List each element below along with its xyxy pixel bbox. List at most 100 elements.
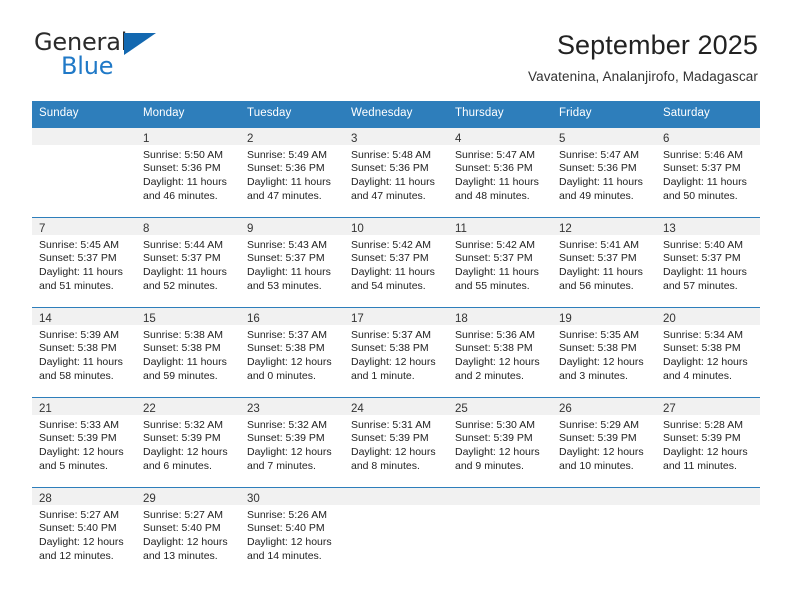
daylight-text-line1: Daylight: 11 hours bbox=[455, 266, 539, 279]
day-info: Sunrise: 5:45 AM Sunset: 5:37 PM Dayligh… bbox=[32, 235, 136, 293]
day-info: Sunrise: 5:42 AM Sunset: 5:37 PM Dayligh… bbox=[344, 235, 448, 293]
sunrise-text: Sunrise: 5:32 AM bbox=[247, 418, 327, 431]
day-number-band: 7 bbox=[32, 217, 136, 235]
sunrise-text: Sunrise: 5:44 AM bbox=[143, 238, 223, 251]
day-cell[interactable]: 14 Sunrise: 5:39 AM Sunset: 5:38 PM Dayl… bbox=[32, 307, 136, 397]
day-cell[interactable]: 29 Sunrise: 5:27 AM Sunset: 5:40 PM Dayl… bbox=[136, 487, 240, 577]
day-cell[interactable]: 16 Sunrise: 5:37 AM Sunset: 5:38 PM Dayl… bbox=[240, 307, 344, 397]
day-cell[interactable] bbox=[448, 487, 552, 577]
sunset-text: Sunset: 5:37 PM bbox=[559, 252, 637, 265]
day-number-band: 23 bbox=[240, 397, 344, 415]
day-cell[interactable]: 9 Sunrise: 5:43 AM Sunset: 5:37 PM Dayli… bbox=[240, 217, 344, 307]
day-cell[interactable]: 19 Sunrise: 5:35 AM Sunset: 5:38 PM Dayl… bbox=[552, 307, 656, 397]
daylight-text-line1: Daylight: 11 hours bbox=[143, 266, 227, 279]
day-info: Sunrise: 5:27 AM Sunset: 5:40 PM Dayligh… bbox=[32, 505, 136, 563]
day-info: Sunrise: 5:50 AM Sunset: 5:36 PM Dayligh… bbox=[136, 145, 240, 203]
day-number: 22 bbox=[143, 402, 156, 415]
day-cell[interactable]: 5 Sunrise: 5:47 AM Sunset: 5:36 PM Dayli… bbox=[552, 127, 656, 217]
day-cell[interactable]: 2 Sunrise: 5:49 AM Sunset: 5:36 PM Dayli… bbox=[240, 127, 344, 217]
title-block: September 2025 Vavatenina, Analanjirofo,… bbox=[528, 28, 758, 84]
day-cell[interactable]: 27 Sunrise: 5:28 AM Sunset: 5:39 PM Dayl… bbox=[656, 397, 760, 487]
day-cell[interactable] bbox=[344, 487, 448, 577]
day-cell[interactable] bbox=[552, 487, 656, 577]
day-number-band: 11 bbox=[448, 217, 552, 235]
sunrise-text: Sunrise: 5:31 AM bbox=[351, 418, 431, 431]
sunset-text: Sunset: 5:36 PM bbox=[455, 162, 533, 175]
day-number-band bbox=[344, 487, 448, 505]
weekday-header-wednesday: Wednesday bbox=[351, 107, 413, 120]
daylight-text-line1: Daylight: 12 hours bbox=[247, 446, 332, 459]
day-number-band: 15 bbox=[136, 307, 240, 325]
daylight-text-line1: Daylight: 12 hours bbox=[663, 356, 748, 369]
day-cell[interactable]: 20 Sunrise: 5:34 AM Sunset: 5:38 PM Dayl… bbox=[656, 307, 760, 397]
sunset-text: Sunset: 5:37 PM bbox=[663, 252, 741, 265]
daylight-text-line1: Daylight: 11 hours bbox=[39, 356, 123, 369]
day-number: 19 bbox=[559, 312, 572, 325]
day-info: Sunrise: 5:39 AM Sunset: 5:38 PM Dayligh… bbox=[32, 325, 136, 383]
week-row: 28 Sunrise: 5:27 AM Sunset: 5:40 PM Dayl… bbox=[32, 486, 760, 577]
day-info: Sunrise: 5:40 AM Sunset: 5:37 PM Dayligh… bbox=[656, 235, 760, 293]
daylight-text-line1: Daylight: 12 hours bbox=[247, 536, 332, 549]
day-cell[interactable]: 8 Sunrise: 5:44 AM Sunset: 5:37 PM Dayli… bbox=[136, 217, 240, 307]
day-cell[interactable]: 6 Sunrise: 5:46 AM Sunset: 5:37 PM Dayli… bbox=[656, 127, 760, 217]
sunrise-text: Sunrise: 5:26 AM bbox=[247, 508, 327, 521]
week-row: 21 Sunrise: 5:33 AM Sunset: 5:39 PM Dayl… bbox=[32, 396, 760, 487]
day-cell[interactable]: 30 Sunrise: 5:26 AM Sunset: 5:40 PM Dayl… bbox=[240, 487, 344, 577]
day-cell[interactable]: 17 Sunrise: 5:37 AM Sunset: 5:38 PM Dayl… bbox=[344, 307, 448, 397]
daylight-text-line1: Daylight: 11 hours bbox=[663, 176, 747, 189]
day-cell[interactable]: 3 Sunrise: 5:48 AM Sunset: 5:36 PM Dayli… bbox=[344, 127, 448, 217]
generalblue-logo[interactable]: General Blue bbox=[32, 28, 162, 80]
day-cell[interactable]: 24 Sunrise: 5:31 AM Sunset: 5:39 PM Dayl… bbox=[344, 397, 448, 487]
location-subtitle: Vavatenina, Analanjirofo, Madagascar bbox=[528, 69, 758, 85]
daylight-text-line2: and 6 minutes. bbox=[143, 459, 212, 472]
day-cell[interactable]: 11 Sunrise: 5:42 AM Sunset: 5:37 PM Dayl… bbox=[448, 217, 552, 307]
sunset-text: Sunset: 5:38 PM bbox=[455, 342, 533, 355]
daylight-text-line1: Daylight: 11 hours bbox=[455, 176, 539, 189]
day-cell[interactable]: 13 Sunrise: 5:40 AM Sunset: 5:37 PM Dayl… bbox=[656, 217, 760, 307]
day-cell[interactable] bbox=[656, 487, 760, 577]
weekday-header-row: Sunday Monday Tuesday Wednesday Thursday… bbox=[32, 101, 760, 127]
day-number-band: 20 bbox=[656, 307, 760, 325]
daylight-text-line2: and 1 minute. bbox=[351, 369, 415, 382]
day-cell[interactable]: 28 Sunrise: 5:27 AM Sunset: 5:40 PM Dayl… bbox=[32, 487, 136, 577]
daylight-text-line2: and 8 minutes. bbox=[351, 459, 420, 472]
daylight-text-line1: Daylight: 11 hours bbox=[143, 356, 227, 369]
sunrise-text: Sunrise: 5:27 AM bbox=[143, 508, 223, 521]
day-cell[interactable]: 12 Sunrise: 5:41 AM Sunset: 5:37 PM Dayl… bbox=[552, 217, 656, 307]
day-number: 24 bbox=[351, 402, 364, 415]
sunrise-text: Sunrise: 5:37 AM bbox=[247, 328, 327, 341]
daylight-text-line2: and 12 minutes. bbox=[39, 549, 114, 562]
calendar-grid: Sunday Monday Tuesday Wednesday Thursday… bbox=[32, 101, 760, 577]
day-number-band: 28 bbox=[32, 487, 136, 505]
day-cell[interactable]: 26 Sunrise: 5:29 AM Sunset: 5:39 PM Dayl… bbox=[552, 397, 656, 487]
daylight-text-line2: and 54 minutes. bbox=[351, 279, 426, 292]
day-number: 20 bbox=[663, 312, 676, 325]
sunrise-text: Sunrise: 5:42 AM bbox=[455, 238, 535, 251]
day-cell[interactable] bbox=[32, 127, 136, 217]
sunset-text: Sunset: 5:36 PM bbox=[559, 162, 637, 175]
day-cell[interactable]: 21 Sunrise: 5:33 AM Sunset: 5:39 PM Dayl… bbox=[32, 397, 136, 487]
daylight-text-line1: Daylight: 12 hours bbox=[247, 356, 332, 369]
day-cell[interactable]: 22 Sunrise: 5:32 AM Sunset: 5:39 PM Dayl… bbox=[136, 397, 240, 487]
day-number-band: 3 bbox=[344, 127, 448, 145]
day-info: Sunrise: 5:44 AM Sunset: 5:37 PM Dayligh… bbox=[136, 235, 240, 293]
day-cell[interactable]: 23 Sunrise: 5:32 AM Sunset: 5:39 PM Dayl… bbox=[240, 397, 344, 487]
daylight-text-line1: Daylight: 12 hours bbox=[559, 446, 644, 459]
day-cell[interactable]: 4 Sunrise: 5:47 AM Sunset: 5:36 PM Dayli… bbox=[448, 127, 552, 217]
day-info: Sunrise: 5:47 AM Sunset: 5:36 PM Dayligh… bbox=[552, 145, 656, 203]
day-cell[interactable]: 18 Sunrise: 5:36 AM Sunset: 5:38 PM Dayl… bbox=[448, 307, 552, 397]
day-cell[interactable]: 10 Sunrise: 5:42 AM Sunset: 5:37 PM Dayl… bbox=[344, 217, 448, 307]
day-number: 29 bbox=[143, 492, 156, 505]
day-cell[interactable]: 7 Sunrise: 5:45 AM Sunset: 5:37 PM Dayli… bbox=[32, 217, 136, 307]
day-cell[interactable]: 1 Sunrise: 5:50 AM Sunset: 5:36 PM Dayli… bbox=[136, 127, 240, 217]
sunset-text: Sunset: 5:39 PM bbox=[247, 432, 325, 445]
sunrise-text: Sunrise: 5:42 AM bbox=[351, 238, 431, 251]
week-row: 14 Sunrise: 5:39 AM Sunset: 5:38 PM Dayl… bbox=[32, 306, 760, 397]
sunrise-text: Sunrise: 5:47 AM bbox=[559, 148, 639, 161]
sunset-text: Sunset: 5:39 PM bbox=[39, 432, 117, 445]
day-cell[interactable]: 15 Sunrise: 5:38 AM Sunset: 5:38 PM Dayl… bbox=[136, 307, 240, 397]
day-number-band: 25 bbox=[448, 397, 552, 415]
sunset-text: Sunset: 5:39 PM bbox=[351, 432, 429, 445]
day-info: Sunrise: 5:38 AM Sunset: 5:38 PM Dayligh… bbox=[136, 325, 240, 383]
day-cell[interactable]: 25 Sunrise: 5:30 AM Sunset: 5:39 PM Dayl… bbox=[448, 397, 552, 487]
